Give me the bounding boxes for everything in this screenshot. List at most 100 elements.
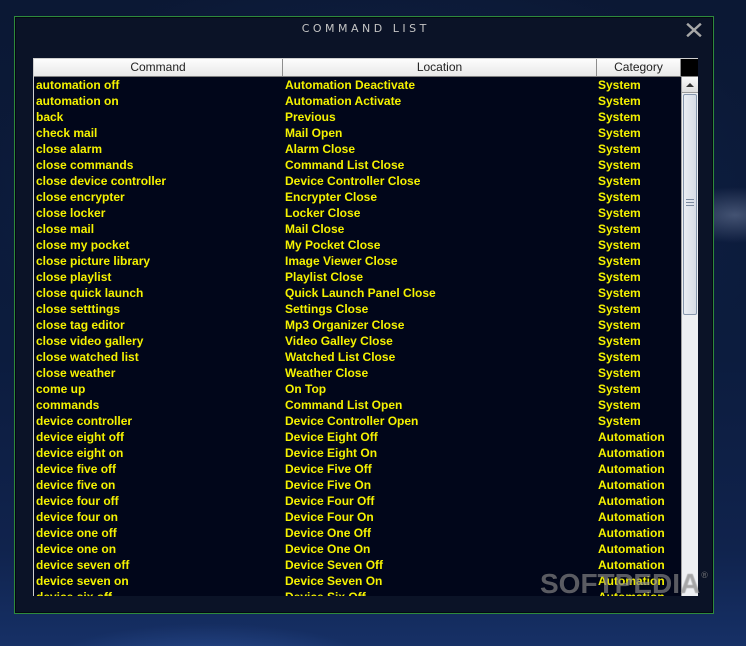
command-cell[interactable]: device five off [34, 461, 283, 477]
category-cell[interactable]: Automation [597, 445, 681, 461]
category-cell[interactable]: System [597, 93, 681, 109]
category-cell[interactable]: System [597, 301, 681, 317]
location-cell[interactable]: Device Four On [283, 509, 597, 525]
table-row[interactable]: close commands Command List Close System [34, 157, 681, 173]
category-cell[interactable]: System [597, 349, 681, 365]
location-cell[interactable]: Device Controller Open [283, 413, 597, 429]
command-cell[interactable]: automation on [34, 93, 283, 109]
category-cell[interactable]: Automation [597, 429, 681, 445]
location-cell[interactable]: Video Galley Close [283, 333, 597, 349]
location-cell[interactable]: Device Controller Close [283, 173, 597, 189]
table-row[interactable]: close mail Mail Close System [34, 221, 681, 237]
category-cell[interactable]: System [597, 317, 681, 333]
category-cell[interactable]: System [597, 253, 681, 269]
command-cell[interactable]: close video gallery [34, 333, 283, 349]
table-row[interactable]: device five off Device Five Off Automation [34, 461, 681, 477]
command-cell[interactable]: close mail [34, 221, 283, 237]
command-cell[interactable]: close tag editor [34, 317, 283, 333]
table-row[interactable]: device five on Device Five On Automation [34, 477, 681, 493]
command-cell[interactable]: come up [34, 381, 283, 397]
category-cell[interactable]: Automation [597, 477, 681, 493]
category-cell[interactable]: Automation [597, 589, 681, 596]
table-row[interactable]: close alarm Alarm Close System [34, 141, 681, 157]
table-row[interactable]: close locker Locker Close System [34, 205, 681, 221]
location-cell[interactable]: Locker Close [283, 205, 597, 221]
table-row[interactable]: close watched list Watched List Close Syst… [34, 349, 681, 365]
table-row[interactable]: device one on Device One On Automation [34, 541, 681, 557]
location-cell[interactable]: Playlist Close [283, 269, 597, 285]
location-cell[interactable]: Weather Close [283, 365, 597, 381]
category-cell[interactable]: Automation [597, 493, 681, 509]
table-row[interactable]: device eight off Device Eight Off Automati… [34, 429, 681, 445]
location-cell[interactable]: Device Eight On [283, 445, 597, 461]
table-row[interactable]: close video gallery Video Galley Close Sys… [34, 333, 681, 349]
table-row[interactable]: device seven on Device Seven On Automation [34, 573, 681, 589]
table-row[interactable]: device six offDevice Six OffAutomation [34, 589, 681, 596]
location-cell[interactable]: Device Five Off [283, 461, 597, 477]
location-cell[interactable]: Device Eight Off [283, 429, 597, 445]
table-row[interactable]: close device controller Device Controller… [34, 173, 681, 189]
location-cell[interactable]: Watched List Close [283, 349, 597, 365]
table-row[interactable]: automation on Automation Activate System [34, 93, 681, 109]
location-cell[interactable]: Command List Close [283, 157, 597, 173]
command-cell[interactable]: close setttings [34, 301, 283, 317]
command-cell[interactable]: device one off [34, 525, 283, 541]
table-row[interactable]: device one off Device One Off Automation [34, 525, 681, 541]
table-row[interactable]: check mail Mail Open System [34, 125, 681, 141]
location-cell[interactable]: Mail Open [283, 125, 597, 141]
command-cell[interactable]: device seven off [34, 557, 283, 573]
category-cell[interactable]: System [597, 269, 681, 285]
location-cell[interactable]: Device Six Off [283, 589, 597, 596]
location-cell[interactable]: Device Seven Off [283, 557, 597, 573]
location-cell[interactable]: Mp3 Organizer Close [283, 317, 597, 333]
category-cell[interactable]: Automation [597, 525, 681, 541]
command-cell[interactable]: close quick launch [34, 285, 283, 301]
command-cell[interactable]: device eight on [34, 445, 283, 461]
category-cell[interactable]: System [597, 189, 681, 205]
location-cell[interactable]: Device Four Off [283, 493, 597, 509]
location-cell[interactable]: Quick Launch Panel Close [283, 285, 597, 301]
category-cell[interactable]: System [597, 141, 681, 157]
table-row[interactable]: close my pocket My Pocket Close System [34, 237, 681, 253]
command-cell[interactable]: close commands [34, 157, 283, 173]
command-cell[interactable]: close watched list [34, 349, 283, 365]
command-cell[interactable]: close my pocket [34, 237, 283, 253]
category-cell[interactable]: System [597, 413, 681, 429]
table-row[interactable]: close weather Weather Close System [34, 365, 681, 381]
location-cell[interactable]: Encrypter Close [283, 189, 597, 205]
command-cell[interactable]: close picture library [34, 253, 283, 269]
table-row[interactable]: close encrypter Encrypter Close System [34, 189, 681, 205]
command-cell[interactable]: commands [34, 397, 283, 413]
command-cell[interactable]: back [34, 109, 283, 125]
close-icon[interactable] [686, 23, 702, 37]
table-row[interactable]: back Previous System [34, 109, 681, 125]
table-row[interactable]: device eight on Device Eight On Automation [34, 445, 681, 461]
table-row[interactable]: device controller Device Controller Open S… [34, 413, 681, 429]
command-cell[interactable]: close device controller [34, 173, 283, 189]
table-row[interactable]: come up On Top System [34, 381, 681, 397]
table-row[interactable]: device four on Device Four On Automation [34, 509, 681, 525]
table-row[interactable]: close playlist Playlist Close System [34, 269, 681, 285]
command-cell[interactable]: close playlist [34, 269, 283, 285]
category-cell[interactable]: System [597, 157, 681, 173]
command-cell[interactable]: device seven on [34, 573, 283, 589]
command-cell[interactable]: device five on [34, 477, 283, 493]
location-cell[interactable]: Alarm Close [283, 141, 597, 157]
location-cell[interactable]: My Pocket Close [283, 237, 597, 253]
category-cell[interactable]: System [597, 205, 681, 221]
table-row[interactable]: close quick launch Quick Launch Panel Clo… [34, 285, 681, 301]
category-cell[interactable]: Automation [597, 541, 681, 557]
scrollbar-thumb[interactable] [683, 94, 697, 315]
category-cell[interactable]: System [597, 333, 681, 349]
table-row[interactable]: close tag editor Mp3 Organizer Close Syste… [34, 317, 681, 333]
location-cell[interactable]: Device One On [283, 541, 597, 557]
command-cell[interactable]: close locker [34, 205, 283, 221]
category-cell[interactable]: System [597, 109, 681, 125]
command-cell[interactable]: check mail [34, 125, 283, 141]
location-cell[interactable]: Settings Close [283, 301, 597, 317]
table-row[interactable]: close setttings Settings Close System [34, 301, 681, 317]
command-cell[interactable]: close alarm [34, 141, 283, 157]
command-cell[interactable]: close weather [34, 365, 283, 381]
scroll-up-button[interactable] [682, 77, 698, 93]
command-cell[interactable]: automation off [34, 77, 283, 93]
